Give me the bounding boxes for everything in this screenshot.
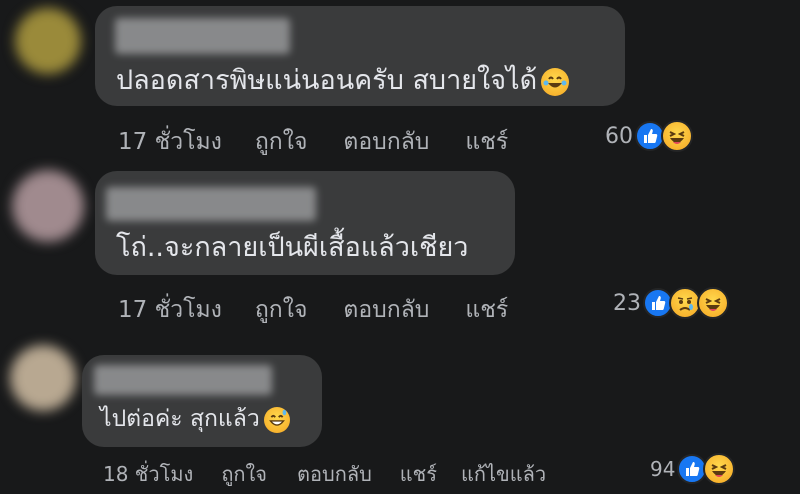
like-action[interactable]: ถูกใจ	[255, 124, 308, 160]
timestamp[interactable]: 17 ชั่วโมง	[118, 292, 222, 328]
comment-text: โถ่..จะกลายเป็นผีเสื้อแล้วเชียว	[116, 225, 468, 268]
comment-text-content: ไปต่อค่ะ สุกแล้ว	[100, 406, 260, 432]
like-action[interactable]: ถูกใจ	[221, 458, 267, 490]
comment-text: ไปต่อค่ะ สุกแล้ว	[100, 401, 290, 437]
reply-action[interactable]: ตอบกลับ	[343, 292, 429, 328]
comment-text-content: โถ่..จะกลายเป็นผีเสื้อแล้วเชียว	[116, 232, 469, 263]
comment-2: โถ่..จะกลายเป็นผีเสื้อแล้วเชียว 17 ชั่วโ…	[0, 165, 800, 335]
timestamp[interactable]: 17 ชั่วโมง	[118, 124, 222, 160]
laughing-icon	[661, 120, 693, 152]
reaction-summary[interactable]: 94	[650, 453, 736, 485]
comment-3: ไปต่อค่ะ สุกแล้ว 18 ชั่วโมง ถูกใจ ตอบกลั…	[0, 335, 800, 494]
reply-action[interactable]: ตอบกลับ	[297, 458, 372, 490]
reply-action[interactable]: ตอบกลับ	[343, 124, 429, 160]
reaction-count: 60	[605, 123, 633, 149]
avatar[interactable]	[10, 345, 76, 411]
author-name-blurred[interactable]	[115, 18, 290, 54]
grinning-sweat-emoji-icon	[263, 406, 290, 433]
comment-text-content: ปลอดสารพิษแน่นอนครับ สบายใจได้	[116, 65, 538, 96]
tears-of-joy-emoji-icon	[541, 67, 570, 96]
share-action[interactable]: แชร์	[465, 292, 508, 328]
share-action[interactable]: แชร์	[400, 458, 437, 490]
comment-actions: 17 ชั่วโมง ถูกใจ ตอบกลับ แชร์	[118, 124, 508, 160]
edited-label[interactable]: แก้ไขแล้ว	[461, 458, 546, 490]
laughing-icon	[703, 453, 736, 485]
avatar[interactable]	[12, 170, 84, 242]
comment-actions: 17 ชั่วโมง ถูกใจ ตอบกลับ แชร์	[118, 292, 508, 328]
author-name-blurred[interactable]	[106, 187, 316, 221]
comment-text: ปลอดสารพิษแน่นอนครับ สบายใจได้	[116, 58, 570, 101]
timestamp[interactable]: 18 ชั่วโมง	[103, 458, 193, 490]
like-action[interactable]: ถูกใจ	[255, 292, 308, 328]
avatar[interactable]	[15, 8, 81, 74]
reaction-count: 23	[613, 290, 641, 316]
reaction-summary[interactable]: 23	[613, 287, 729, 319]
share-action[interactable]: แชร์	[465, 124, 508, 160]
comment-1: ปลอดสารพิษแน่นอนครับ สบายใจได้ 17 ชั่วโม…	[0, 0, 800, 165]
reaction-summary[interactable]: 60	[605, 120, 693, 152]
laughing-icon	[697, 287, 729, 319]
comment-actions: 18 ชั่วโมง ถูกใจ ตอบกลับ แชร์ แก้ไขแล้ว	[103, 458, 546, 490]
author-name-blurred[interactable]	[94, 365, 272, 395]
reaction-count: 94	[650, 457, 676, 481]
